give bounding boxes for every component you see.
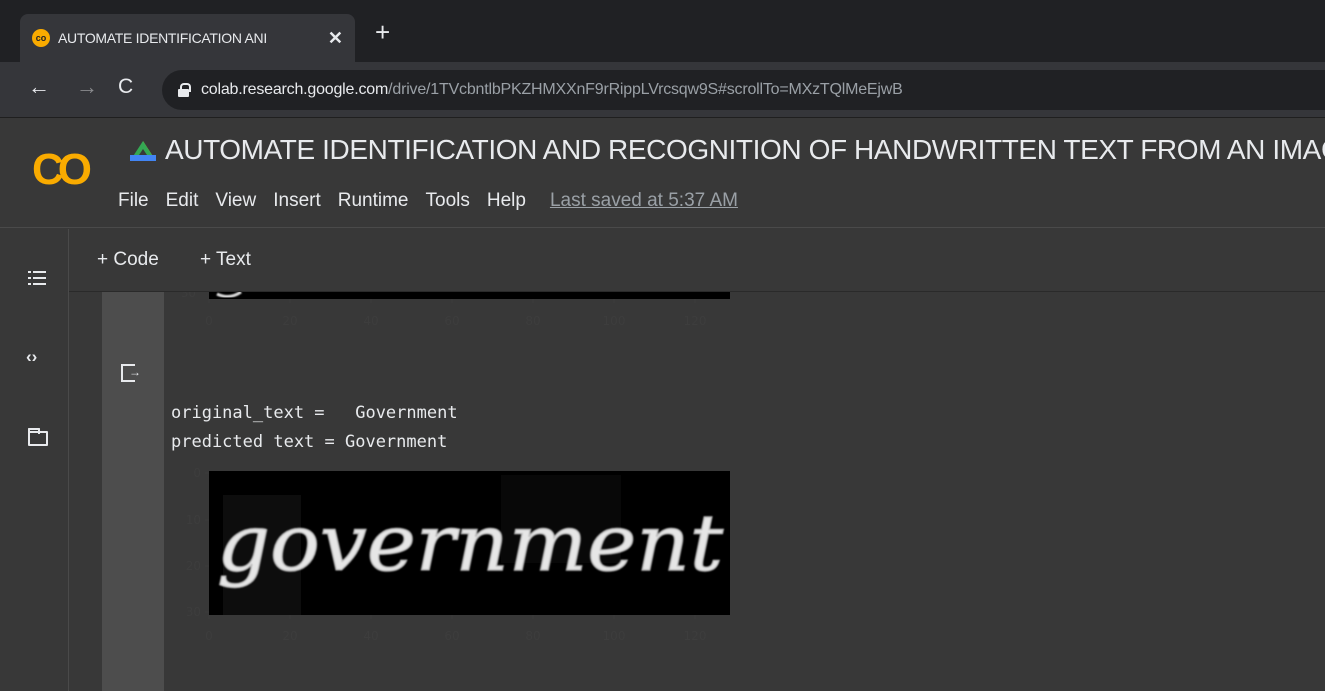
forward-arrow-icon[interactable]: → [76,74,98,100]
left-sidebar: ‹› [0,229,69,691]
handwriting-sample-text: government [217,499,724,589]
url-host: colab.research.google.com [201,81,389,98]
back-arrow-icon[interactable]: ← [28,74,50,100]
menu-insert[interactable]: Insert [273,190,321,212]
bottom-plot-y-tick: 30 [186,605,201,619]
folder-icon[interactable] [28,428,48,446]
notebook-title[interactable]: AUTOMATE IDENTIFICATION AND RECOGNITION … [165,134,1325,166]
bottom-plot-x-tick: 80 [525,629,540,643]
top-plot-x-tick: 60 [444,314,459,328]
colab-logo[interactable]: CO [32,145,92,195]
original-text-output: original_text = Government [171,403,458,423]
bottom-plot-x-tick: 0 [205,629,213,643]
bottom-plot-y-tick: 20 [186,559,201,573]
menu-bar: File Edit View Insert Runtime Tools Help… [118,190,738,212]
notebook-content[interactable]: 0 20 40 60 80 100 120 30 government 0 10… [69,292,1325,691]
menu-runtime[interactable]: Runtime [338,190,409,212]
top-plot-x-tick: 40 [363,314,378,328]
menu-help[interactable]: Help [487,190,526,212]
bottom-plot-x-tick: 60 [444,629,459,643]
bottom-plot-y-tick: 0 [193,466,201,480]
colab-header: CO AUTOMATE IDENTIFICATION AND RECOGNITI… [0,118,1325,228]
top-plot-x-tick: 120 [684,314,707,328]
top-plot-x-tick: 0 [205,314,213,328]
last-saved-link[interactable]: Last saved at 5:37 AM [550,190,738,212]
colab-favicon-icon: co [32,29,50,47]
address-bar[interactable]: colab.research.google.com/drive/1TVcbntl… [162,70,1325,110]
menu-view[interactable]: View [215,190,256,212]
url-path: /drive/1TVcbntlbPKZHMXXnF9rRippLVrcsqw9S… [388,81,903,98]
top-plot-x-tick: 20 [282,314,297,328]
browser-toolbar: ← → C colab.research.google.com/drive/1T… [0,62,1325,118]
output-plots: 0 20 40 60 80 100 120 30 government 0 10… [181,292,730,643]
notebook-toolbar: + Code + Text [69,229,1325,292]
bottom-plot-x-tick: 20 [282,629,297,643]
top-plot-x-tick: 100 [603,314,626,328]
bottom-plot-x-tick: 100 [603,629,626,643]
top-plot-image [209,292,730,299]
close-tab-icon[interactable]: ✕ [328,28,343,49]
tab-title: AUTOMATE IDENTIFICATION ANI [58,30,267,46]
bottom-plot-y-tick: 10 [186,513,201,527]
browser-tab[interactable]: co AUTOMATE IDENTIFICATION ANI ✕ [20,14,355,62]
bottom-plot-x-tick: 40 [363,629,378,643]
add-text-button[interactable]: + Text [200,249,251,271]
top-plot-y-tick: 30 [181,292,196,300]
predicted-text-output: predicted text = Government [171,432,448,452]
code-snippets-icon[interactable]: ‹› [26,347,37,367]
top-plot: 0 20 40 60 80 100 120 30 [181,292,730,328]
add-code-button[interactable]: + Code [97,249,159,271]
browser-tab-strip: co AUTOMATE IDENTIFICATION ANI ✕ + [0,0,1325,62]
reload-icon[interactable]: C [118,75,133,99]
menu-file[interactable]: File [118,190,149,212]
menu-tools[interactable]: Tools [426,190,470,212]
new-tab-icon[interactable]: + [375,17,390,48]
table-of-contents-icon[interactable] [28,271,46,285]
bottom-plot: government 0 10 20 30 0 20 40 60 80 100 … [186,466,730,643]
menu-edit[interactable]: Edit [166,190,199,212]
lock-icon[interactable] [178,83,191,97]
top-plot-x-tick: 80 [525,314,540,328]
bottom-plot-x-tick: 120 [684,629,707,643]
